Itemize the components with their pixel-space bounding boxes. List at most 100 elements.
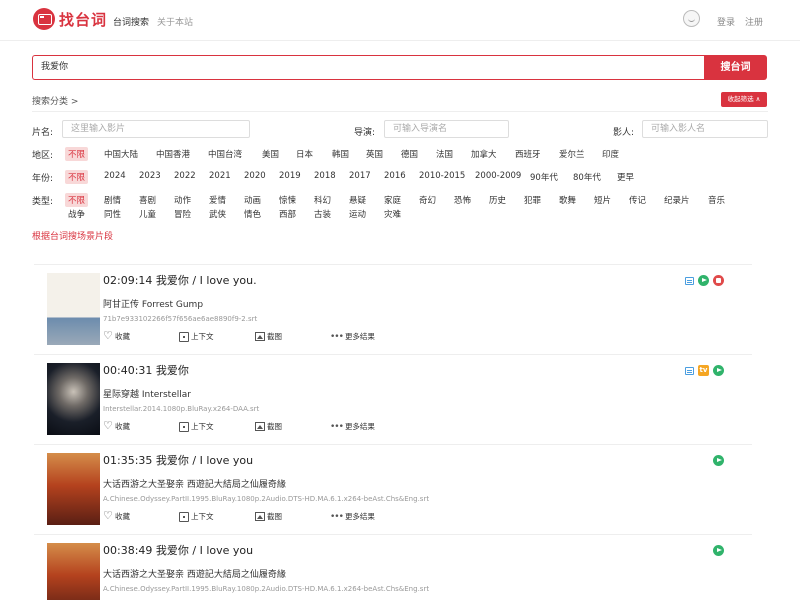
movie-poster[interactable] bbox=[47, 363, 100, 435]
result-movie[interactable]: 大话西游之大圣娶亲 西遊記大結局之仙履奇緣 bbox=[103, 567, 286, 580]
type-chip-3[interactable]: 动作 bbox=[174, 194, 191, 206]
type-chip-r2-0[interactable]: 战争 bbox=[68, 208, 85, 220]
category-toggle[interactable]: 搜索分类 > bbox=[32, 94, 78, 107]
year-chip-0[interactable]: 不限 bbox=[65, 170, 89, 184]
year-chip-14[interactable]: 更早 bbox=[617, 171, 634, 183]
play-icon[interactable] bbox=[698, 275, 709, 286]
register-link[interactable]: 注册 bbox=[745, 15, 763, 28]
region-chip-8[interactable]: 德国 bbox=[401, 148, 418, 160]
type-chip-17[interactable]: 纪录片 bbox=[664, 194, 690, 206]
year-chip-7[interactable]: 2018 bbox=[314, 171, 336, 181]
result-title[interactable]: 00:38:49 我爱你 / I love you bbox=[103, 542, 253, 558]
logo-text[interactable]: 找台词 bbox=[59, 9, 107, 30]
region-chip-12[interactable]: 爱尔兰 bbox=[559, 148, 585, 160]
type-chip-r2-8[interactable]: 运动 bbox=[349, 208, 366, 220]
type-chip-6[interactable]: 惊悚 bbox=[279, 194, 296, 206]
favorite-button[interactable]: 收藏 bbox=[103, 329, 130, 342]
context-button[interactable]: 上下文 bbox=[179, 331, 214, 342]
favorite-button[interactable]: 收藏 bbox=[103, 419, 130, 432]
actor-input[interactable]: 可输入影人名 bbox=[642, 120, 768, 138]
type-chip-r2-4[interactable]: 武侠 bbox=[209, 208, 226, 220]
result-title[interactable]: 01:35:35 我爱你 / I love you bbox=[103, 452, 253, 468]
login-link[interactable]: 登录 bbox=[717, 15, 735, 28]
movie-poster[interactable] bbox=[47, 273, 100, 345]
region-chip-2[interactable]: 中国香港 bbox=[156, 148, 190, 160]
type-chip-9[interactable]: 家庭 bbox=[384, 194, 401, 206]
result-movie[interactable]: 大话西游之大圣娶亲 西遊記大結局之仙履奇緣 bbox=[103, 477, 286, 490]
type-chip-r2-9[interactable]: 灾难 bbox=[384, 208, 401, 220]
type-chip-16[interactable]: 传记 bbox=[629, 194, 646, 206]
type-chip-11[interactable]: 恐怖 bbox=[454, 194, 471, 206]
region-chip-5[interactable]: 日本 bbox=[296, 148, 313, 160]
year-chip-6[interactable]: 2019 bbox=[279, 171, 301, 181]
movie-poster[interactable] bbox=[47, 453, 100, 525]
play-icon[interactable] bbox=[713, 545, 724, 556]
film-input[interactable]: 这里输入影片 bbox=[62, 120, 250, 138]
screenshot-button[interactable]: 截图 bbox=[255, 331, 282, 342]
avatar[interactable] bbox=[683, 10, 700, 27]
movie-poster[interactable] bbox=[47, 543, 100, 600]
screenshot-button[interactable]: 截图 bbox=[255, 511, 282, 522]
type-chip-r2-2[interactable]: 儿童 bbox=[139, 208, 156, 220]
year-chip-5[interactable]: 2020 bbox=[244, 171, 266, 181]
region-chip-0[interactable]: 不限 bbox=[65, 147, 89, 161]
type-chip-r2-5[interactable]: 情色 bbox=[244, 208, 261, 220]
tv-icon[interactable]: tv bbox=[698, 365, 709, 376]
type-chip-15[interactable]: 短片 bbox=[594, 194, 611, 206]
more-results-button[interactable]: ••• 更多结果 bbox=[330, 511, 375, 522]
result-movie[interactable]: 星际穿越 Interstellar bbox=[103, 387, 191, 400]
logo-icon[interactable] bbox=[33, 8, 55, 30]
region-chip-10[interactable]: 加拿大 bbox=[471, 148, 497, 160]
type-chip-14[interactable]: 歌舞 bbox=[559, 194, 576, 206]
region-chip-11[interactable]: 西班牙 bbox=[515, 148, 541, 160]
year-chip-1[interactable]: 2024 bbox=[104, 171, 126, 181]
type-chip-4[interactable]: 爱情 bbox=[209, 194, 226, 206]
type-chip-13[interactable]: 犯罪 bbox=[524, 194, 541, 206]
region-chip-9[interactable]: 法国 bbox=[436, 148, 453, 160]
type-chip-18[interactable]: 音乐 bbox=[708, 194, 725, 206]
nav-about[interactable]: 关于本站 bbox=[157, 15, 193, 28]
netflix-icon[interactable] bbox=[713, 275, 724, 286]
director-input[interactable]: 可输入导演名 bbox=[384, 120, 509, 138]
type-chip-5[interactable]: 动画 bbox=[244, 194, 261, 206]
type-chip-2[interactable]: 喜剧 bbox=[139, 194, 156, 206]
play-icon[interactable] bbox=[713, 365, 724, 376]
type-chip-0[interactable]: 不限 bbox=[65, 193, 89, 207]
type-chip-10[interactable]: 奇幻 bbox=[419, 194, 436, 206]
type-chip-7[interactable]: 科幻 bbox=[314, 194, 331, 206]
favorite-button[interactable]: 收藏 bbox=[103, 509, 130, 522]
year-chip-11[interactable]: 2000-2009 bbox=[475, 171, 521, 181]
search-button[interactable]: 搜台词 bbox=[704, 55, 767, 80]
collapse-filters-button[interactable]: 收起筛选 ∧ bbox=[721, 92, 767, 107]
type-chip-1[interactable]: 剧情 bbox=[104, 194, 121, 206]
result-movie[interactable]: 阿甘正传 Forrest Gump bbox=[103, 297, 203, 310]
type-chip-12[interactable]: 历史 bbox=[489, 194, 506, 206]
year-chip-13[interactable]: 80年代 bbox=[573, 171, 601, 183]
type-chip-8[interactable]: 悬疑 bbox=[349, 194, 366, 206]
year-chip-2[interactable]: 2023 bbox=[139, 171, 161, 181]
type-chip-r2-1[interactable]: 同性 bbox=[104, 208, 121, 220]
region-chip-4[interactable]: 美国 bbox=[262, 148, 279, 160]
year-chip-9[interactable]: 2016 bbox=[384, 171, 406, 181]
year-chip-4[interactable]: 2021 bbox=[209, 171, 231, 181]
year-chip-8[interactable]: 2017 bbox=[349, 171, 371, 181]
search-input[interactable]: 我爱你 bbox=[32, 55, 704, 80]
more-results-button[interactable]: ••• 更多结果 bbox=[330, 331, 375, 342]
screenshot-button[interactable]: 截图 bbox=[255, 421, 282, 432]
context-button[interactable]: 上下文 bbox=[179, 511, 214, 522]
scene-search-link[interactable]: 根据台词搜场景片段 bbox=[32, 229, 113, 242]
nav-subtitle-search[interactable]: 台词搜索 bbox=[113, 15, 149, 28]
year-chip-3[interactable]: 2022 bbox=[174, 171, 196, 181]
subtitle-icon[interactable] bbox=[685, 276, 694, 285]
context-button[interactable]: 上下文 bbox=[179, 421, 214, 432]
region-chip-6[interactable]: 韩国 bbox=[332, 148, 349, 160]
type-chip-r2-7[interactable]: 古装 bbox=[314, 208, 331, 220]
result-title[interactable]: 00:40:31 我爱你 bbox=[103, 362, 189, 378]
result-title[interactable]: 02:09:14 我爱你 / I love you. bbox=[103, 272, 257, 288]
subtitle-icon[interactable] bbox=[685, 366, 694, 375]
region-chip-3[interactable]: 中国台湾 bbox=[208, 148, 242, 160]
region-chip-7[interactable]: 英国 bbox=[366, 148, 383, 160]
type-chip-r2-6[interactable]: 西部 bbox=[279, 208, 296, 220]
year-chip-12[interactable]: 90年代 bbox=[530, 171, 558, 183]
region-chip-13[interactable]: 印度 bbox=[602, 148, 619, 160]
